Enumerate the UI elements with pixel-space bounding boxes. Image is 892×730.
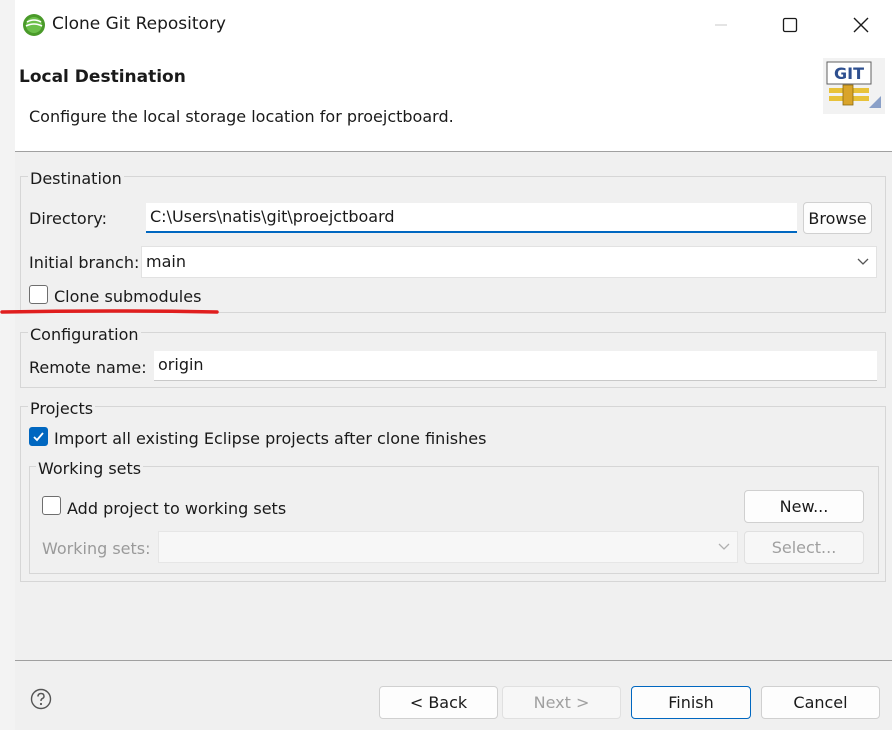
add-to-working-sets-checkbox[interactable]	[42, 496, 61, 515]
git-logo: GIT	[823, 58, 885, 114]
projects-group-label: Projects	[28, 399, 96, 418]
directory-input[interactable]: C:\Users\natis\git\proejctboard	[146, 203, 797, 233]
finish-button[interactable]: Finish	[631, 686, 751, 719]
directory-label: Directory:	[29, 209, 107, 228]
initial-branch-select[interactable]: main	[141, 246, 877, 278]
working-sets-select[interactable]	[158, 531, 738, 563]
close-button[interactable]	[847, 12, 875, 38]
remote-name-label: Remote name:	[29, 358, 147, 377]
select-working-sets-button[interactable]: Select...	[744, 531, 864, 564]
clone-submodules-label: Clone submodules	[54, 287, 202, 306]
initial-branch-label: Initial branch:	[29, 253, 140, 272]
import-projects-label: Import all existing Eclipse projects aft…	[54, 429, 487, 448]
title-bar: Clone Git Repository	[15, 0, 892, 50]
red-underline-annotation	[0, 309, 219, 314]
footer-separator	[15, 660, 892, 661]
dialog-window: Clone Git Repository Local Destination C…	[15, 0, 892, 730]
background-strip	[0, 0, 15, 730]
working-sets-label: Working sets:	[42, 539, 151, 558]
chevron-down-icon	[857, 258, 869, 265]
close-icon	[853, 17, 869, 33]
chevron-down-icon	[718, 543, 730, 550]
maximize-icon	[782, 17, 798, 33]
wizard-banner: Local Destination Configure the local st…	[15, 50, 892, 152]
remote-name-input[interactable]: origin	[154, 351, 877, 381]
clone-submodules-checkbox[interactable]	[29, 285, 48, 304]
back-button[interactable]: < Back	[379, 686, 498, 719]
page-description: Configure the local storage location for…	[29, 107, 454, 126]
working-sets-group-label: Working sets	[36, 459, 144, 478]
configuration-group-label: Configuration	[28, 325, 141, 344]
minimize-button[interactable]	[707, 12, 735, 38]
minimize-icon	[715, 24, 727, 26]
new-working-set-button[interactable]: New...	[744, 490, 864, 523]
page-title: Local Destination	[19, 67, 186, 87]
browse-button[interactable]: Browse	[803, 202, 872, 234]
add-to-working-sets-label: Add project to working sets	[67, 499, 287, 518]
initial-branch-value: main	[146, 252, 186, 271]
next-button[interactable]: Next >	[502, 686, 621, 719]
destination-group-label: Destination	[28, 169, 124, 188]
window-title: Clone Git Repository	[52, 14, 226, 34]
cancel-button[interactable]: Cancel	[761, 686, 880, 719]
import-projects-checkbox[interactable]	[29, 427, 48, 446]
svg-text:GIT: GIT	[834, 64, 864, 83]
maximize-button[interactable]	[776, 12, 804, 38]
checkmark-icon	[33, 432, 44, 442]
help-icon[interactable]	[30, 688, 52, 710]
eclipse-icon	[23, 14, 45, 36]
